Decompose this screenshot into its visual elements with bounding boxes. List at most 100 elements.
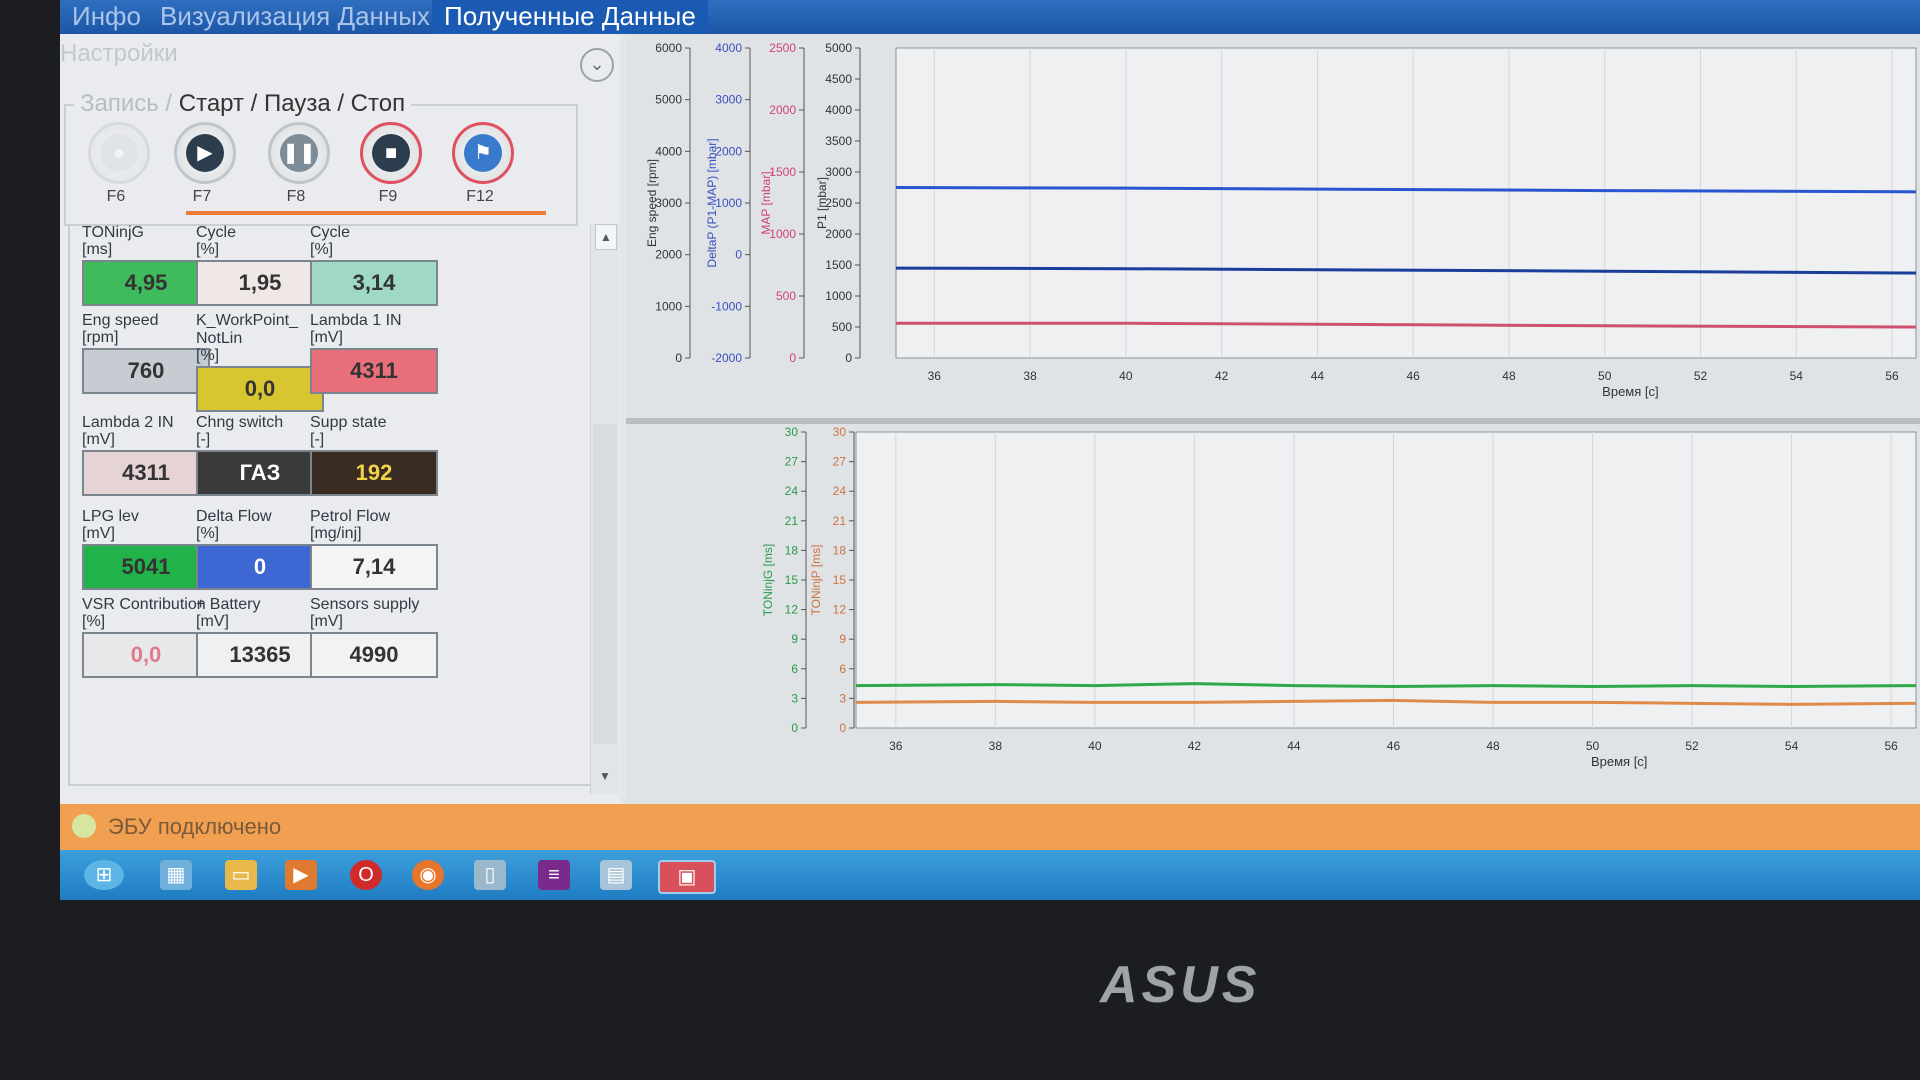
x-tick-label: 36 bbox=[889, 739, 903, 753]
stop-button[interactable]: ■ bbox=[360, 122, 422, 184]
x-tick-label: 36 bbox=[928, 369, 942, 383]
x-tick-label: 50 bbox=[1598, 369, 1612, 383]
y-tick-label: 0 bbox=[839, 721, 846, 735]
ecu-app-taskbar-icon[interactable]: ▣ bbox=[658, 860, 716, 894]
x-axis-label: Время [c] bbox=[1591, 754, 1647, 769]
x-tick-label: 44 bbox=[1311, 369, 1325, 383]
y-tick-label: 4000 bbox=[825, 103, 852, 117]
y-tick-label: 21 bbox=[833, 514, 847, 528]
connection-led-icon bbox=[72, 814, 96, 838]
record-group-title: Запись / Старт / Пауза / Стоп bbox=[74, 90, 412, 118]
y-tick-label: -2000 bbox=[711, 351, 742, 365]
y-tick-label: 27 bbox=[785, 455, 799, 469]
x-tick-label: 48 bbox=[1502, 369, 1516, 383]
y-axis-label: P1 [mbar] bbox=[815, 177, 829, 229]
y-tick-label: 2000 bbox=[655, 248, 682, 262]
gauge-unit: [mV] bbox=[310, 613, 343, 630]
asus-logo: ASUS bbox=[1100, 956, 1261, 1014]
play-button[interactable]: ▶ bbox=[174, 122, 236, 184]
record-progress-line bbox=[186, 211, 546, 215]
gauge-label: Lambda 1 IN bbox=[310, 312, 402, 329]
y-tick-label: 30 bbox=[833, 425, 847, 439]
y-tick-label: 27 bbox=[833, 455, 847, 469]
gauge-value: ГАЗ bbox=[196, 450, 324, 496]
y-axis-label: DeltaP (P1-MAP) [mbar] bbox=[705, 138, 719, 267]
scroll-down-arrow-icon[interactable]: ▼ bbox=[595, 764, 615, 788]
firefox-browser-icon[interactable]: ◉ bbox=[412, 860, 444, 890]
y-tick-label: 500 bbox=[832, 320, 852, 334]
status-text: ЭБУ подключено bbox=[108, 814, 282, 839]
collapse-chevron-icon[interactable]: ⌄ bbox=[580, 48, 614, 82]
tab-info[interactable]: Инфо bbox=[60, 0, 153, 34]
y-axis-label: TONinjG [ms] bbox=[761, 544, 775, 616]
key-f8: F8 bbox=[286, 188, 306, 205]
scroll-up-arrow-icon[interactable]: ▲ bbox=[595, 224, 617, 250]
y-tick-label: 15 bbox=[833, 573, 847, 587]
y-tick-label: 4500 bbox=[825, 72, 852, 86]
media-player-icon[interactable]: ▶ bbox=[285, 860, 317, 890]
y-tick-label: 5000 bbox=[825, 41, 852, 55]
y-tick-label: 1500 bbox=[769, 165, 796, 179]
tab-visualization[interactable]: Визуализация Данных bbox=[148, 0, 442, 34]
gauge-value: 13365 bbox=[196, 632, 324, 678]
y-tick-label: -1000 bbox=[711, 299, 742, 313]
key-f12: F12 bbox=[466, 188, 494, 205]
y-tick-label: 1000 bbox=[655, 299, 682, 313]
gauge-value: 4990 bbox=[310, 632, 438, 678]
y-tick-label: 1000 bbox=[825, 289, 852, 303]
x-tick-label: 46 bbox=[1407, 369, 1421, 383]
x-tick-label: 42 bbox=[1188, 739, 1202, 753]
settings-header[interactable]: Настройки bbox=[60, 40, 178, 68]
gauge-value: 0,0 bbox=[82, 632, 210, 678]
pause-button[interactable]: ❚❚ bbox=[268, 122, 330, 184]
gauge-scrollbar[interactable]: ▲ ▼ bbox=[590, 224, 619, 794]
gauge-value: 0,0 bbox=[196, 366, 324, 412]
y-tick-label: 4000 bbox=[715, 41, 742, 55]
gauge-label: Sensors supply bbox=[310, 596, 420, 613]
y-tick-label: 2000 bbox=[769, 103, 796, 117]
gauge-petrol-flow: Petrol Flow [mg/inj] 7,14 bbox=[310, 508, 450, 590]
gauge-value: 1,95 bbox=[196, 260, 324, 306]
y-tick-label: 6000 bbox=[655, 41, 682, 55]
record-button[interactable]: ● bbox=[88, 122, 150, 184]
y-axis-label: Eng speed [rpm] bbox=[645, 159, 659, 247]
pause-icon: ❚❚ bbox=[280, 134, 318, 172]
scroll-thumb[interactable] bbox=[593, 424, 617, 744]
archive-icon[interactable]: ≡ bbox=[538, 860, 570, 890]
y-tick-label: 0 bbox=[675, 351, 682, 365]
app-screen: Инфо Визуализация Данных Полученные Данн… bbox=[60, 0, 1920, 900]
tab-received-data[interactable]: Полученные Данные bbox=[432, 0, 708, 34]
document-icon[interactable]: ▯ bbox=[474, 860, 506, 890]
marker-button[interactable]: ⚑ bbox=[452, 122, 514, 184]
start-orb-icon[interactable]: ⊞ bbox=[84, 860, 124, 890]
gauge-value: 3,14 bbox=[310, 260, 438, 306]
folder-icon[interactable]: ▭ bbox=[225, 860, 257, 890]
y-tick-label: 3 bbox=[791, 691, 798, 705]
record-controls: Запись / Старт / Пауза / Стоп ● ▶ ❚❚ ■ ⚑… bbox=[64, 90, 578, 226]
gauge-unit: [mV] bbox=[310, 329, 343, 346]
y-tick-label: 4000 bbox=[655, 144, 682, 158]
x-axis-label: Время [c] bbox=[1602, 384, 1658, 399]
y-tick-label: 2000 bbox=[825, 227, 852, 241]
key-f6: F6 bbox=[106, 188, 126, 205]
chart-injection-times: 36 38 40 42 44 46 48 50 52 54 56Время [c]036912151… bbox=[761, 425, 1917, 769]
opera-browser-icon[interactable]: O bbox=[350, 860, 382, 890]
y-axis-label: MAP [mbar] bbox=[759, 171, 773, 234]
gauge-supp-state: Supp state [-] 192 bbox=[310, 414, 450, 496]
y-tick-label: 3500 bbox=[825, 134, 852, 148]
x-tick-label: 52 bbox=[1685, 739, 1699, 753]
taskbar-app-icon[interactable]: ▦ bbox=[160, 860, 192, 890]
notepad-icon[interactable]: ▤ bbox=[600, 860, 632, 890]
x-tick-label: 42 bbox=[1215, 369, 1229, 383]
charts-area: 36 38 40 42 44 46 48 50 52 54 56 Время [c] 0 1000 2000… bbox=[626, 34, 1920, 804]
gauge-unit: [-] bbox=[310, 431, 325, 448]
gauge-value: 5041 bbox=[82, 544, 210, 590]
y-tick-label: 9 bbox=[839, 632, 846, 646]
y-tick-label: 0 bbox=[845, 351, 852, 365]
x-tick-label: 38 bbox=[989, 739, 1003, 753]
y-tick-label: 21 bbox=[785, 514, 799, 528]
x-tick-label: 50 bbox=[1586, 739, 1600, 753]
play-icon: ▶ bbox=[186, 134, 224, 172]
y-tick-label: 3000 bbox=[655, 196, 682, 210]
gauge-unit: [%] bbox=[310, 241, 334, 258]
